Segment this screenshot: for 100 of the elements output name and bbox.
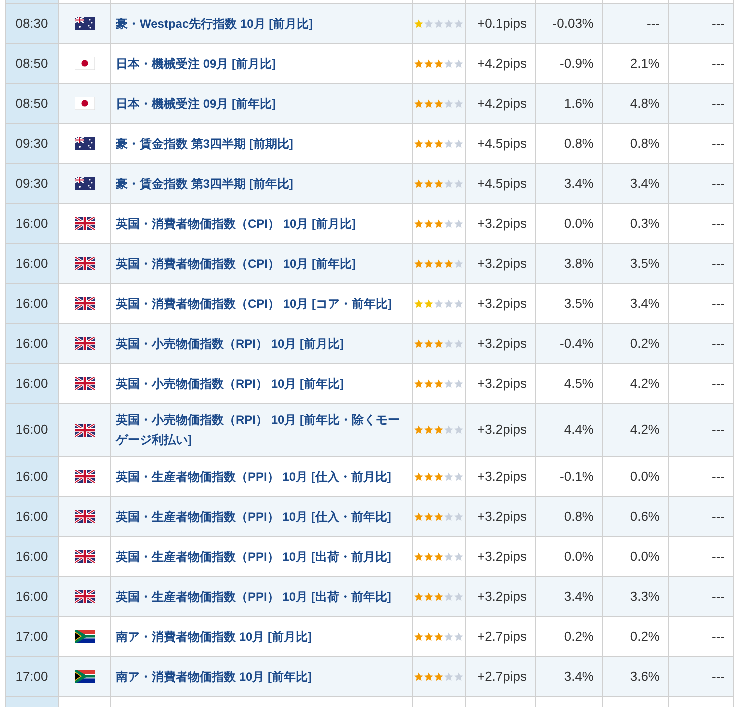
pips-cell: +2.7pips — [466, 657, 536, 697]
star-icon — [414, 18, 424, 28]
pips-cell: +3.2pips — [466, 577, 536, 617]
star-icon — [444, 258, 454, 268]
indicator-link[interactable]: 英国・生産者物価指数（PPI） 10月 [仕入・前月比] — [116, 466, 392, 486]
pips-cell: +2.7pips — [466, 617, 536, 657]
star-icon — [414, 672, 424, 682]
indicator-link[interactable]: 英国・生産者物価指数（PPI） 10月 [仕入・前年比] — [116, 506, 392, 526]
pips-cell: +3.2pips — [466, 497, 536, 537]
star-icon — [424, 552, 434, 562]
time-cell: 09:30 — [6, 164, 59, 204]
previous-cell: 4.8% — [603, 84, 669, 124]
previous-cell: 0.6% — [603, 497, 669, 537]
previous-cell: 3.6% — [603, 657, 669, 697]
result-cell: --- — [669, 404, 734, 457]
star-icon — [434, 592, 444, 602]
indicator-link[interactable]: 英国・生産者物価指数（PPI） 10月 [出荷・前月比] — [116, 546, 392, 566]
indicator-link[interactable]: 英国・消費者物価指数（CPI） 10月 [前年比] — [116, 254, 356, 274]
indicator-link[interactable]: 英国・小売物価指数（RPI） 10月 [前月比] — [116, 334, 344, 354]
result-cell: --- — [669, 44, 734, 84]
star-icon — [424, 138, 434, 148]
indicator-link[interactable]: 豪・賃金指数 第3四半期 [前年比] — [116, 174, 294, 194]
time-cell: 08:30 — [6, 4, 59, 44]
indicator-link[interactable]: 日本・機械受注 09月 [前月比] — [116, 54, 276, 74]
pips-cell: +3.2pips — [466, 457, 536, 497]
indicator-link[interactable]: 豪・賃金指数 第3四半期 [前期比] — [116, 134, 294, 154]
previous-cell: --- — [603, 4, 669, 44]
star-icon — [444, 178, 454, 188]
star-icon — [424, 178, 434, 188]
star-icon — [444, 632, 454, 642]
star-icon — [444, 512, 454, 522]
forecast-cell: -0.03% — [536, 4, 603, 44]
forecast-cell: 0.2% — [536, 617, 603, 657]
indicator-link[interactable]: 英国・消費者物価指数（CPI） 10月 [前月比] — [116, 214, 356, 234]
star-icon — [444, 425, 454, 435]
indicator-link[interactable]: 豪・Westpac先行指数 10月 [前月比] — [116, 14, 314, 34]
result-cell: --- — [669, 4, 734, 44]
star-icon — [414, 98, 424, 108]
result-cell: --- — [669, 457, 734, 497]
time-cell: 16:00 — [6, 204, 59, 244]
star-icon — [434, 338, 444, 348]
result-cell: --- — [669, 164, 734, 204]
time-cell: 16:00 — [6, 497, 59, 537]
star-icon — [434, 552, 444, 562]
indicator-link[interactable]: 英国・消費者物価指数（CPI） 10月 [コア・前年比] — [116, 294, 392, 314]
star-icon — [434, 298, 444, 308]
indicator-link[interactable]: 英国・小売物価指数（RPI） 10月 [前年比] — [116, 374, 344, 394]
star-icon — [444, 138, 454, 148]
result-cell: --- — [669, 537, 734, 577]
pips-cell: +3.2pips — [466, 537, 536, 577]
star-icon — [424, 592, 434, 602]
result-cell: --- — [669, 364, 734, 404]
pips-cell: +3.2pips — [466, 244, 536, 284]
forecast-cell: -0.1% — [536, 457, 603, 497]
previous-cell: 3.5% — [603, 244, 669, 284]
indicator-link[interactable]: 英国・生産者物価指数（PPI） 10月 [出荷・前年比] — [116, 586, 392, 606]
star-icon — [424, 298, 434, 308]
forecast-cell: 1.6% — [536, 84, 603, 124]
forecast-cell: 0.0% — [536, 204, 603, 244]
forecast-cell: 3.8% — [536, 244, 603, 284]
forecast-cell: -0.9% — [536, 44, 603, 84]
indicator-link[interactable]: 南ア・消費者物価指数 10月 [前月比] — [116, 626, 312, 646]
pips-cell: +4.2pips — [466, 44, 536, 84]
result-cell: --- — [669, 84, 734, 124]
pips-cell: +3.2pips — [466, 364, 536, 404]
time-cell: 17:00 — [6, 657, 59, 697]
star-icon — [434, 258, 444, 268]
star-icon — [424, 378, 434, 388]
result-cell: --- — [669, 617, 734, 657]
result-cell: --- — [669, 497, 734, 537]
time-cell: 08:50 — [6, 44, 59, 84]
forecast-cell: 0.8% — [536, 497, 603, 537]
star-icon — [414, 58, 424, 68]
previous-cell: 0.0% — [603, 457, 669, 497]
indicator-link[interactable]: 英国・小売物価指数（RPI） 10月 [前年比・除くモーゲージ利払い] — [116, 410, 407, 450]
star-icon — [434, 472, 444, 482]
star-icon — [424, 98, 434, 108]
result-cell: --- — [669, 577, 734, 617]
star-icon — [424, 258, 434, 268]
star-icon — [424, 18, 434, 28]
time-cell: 17:00 — [6, 617, 59, 657]
star-icon — [444, 592, 454, 602]
star-icon — [424, 672, 434, 682]
result-cell: --- — [669, 244, 734, 284]
star-icon — [444, 58, 454, 68]
star-icon — [444, 338, 454, 348]
forecast-cell: 0.8% — [536, 124, 603, 164]
pips-cell: +3.2pips — [466, 404, 536, 457]
forecast-cell: 0.0% — [536, 537, 603, 577]
star-icon — [434, 98, 444, 108]
result-cell: --- — [669, 284, 734, 324]
pips-cell: +0.1pips — [466, 4, 536, 44]
star-icon — [434, 138, 444, 148]
star-icon — [414, 632, 424, 642]
star-icon — [414, 425, 424, 435]
indicator-link[interactable]: 南ア・消費者物価指数 10月 [前年比] — [116, 666, 312, 686]
indicator-link[interactable]: 日本・機械受注 09月 [前年比] — [116, 94, 276, 114]
result-cell: --- — [669, 124, 734, 164]
star-icon — [414, 552, 424, 562]
time-cell: 16:00 — [6, 404, 59, 457]
